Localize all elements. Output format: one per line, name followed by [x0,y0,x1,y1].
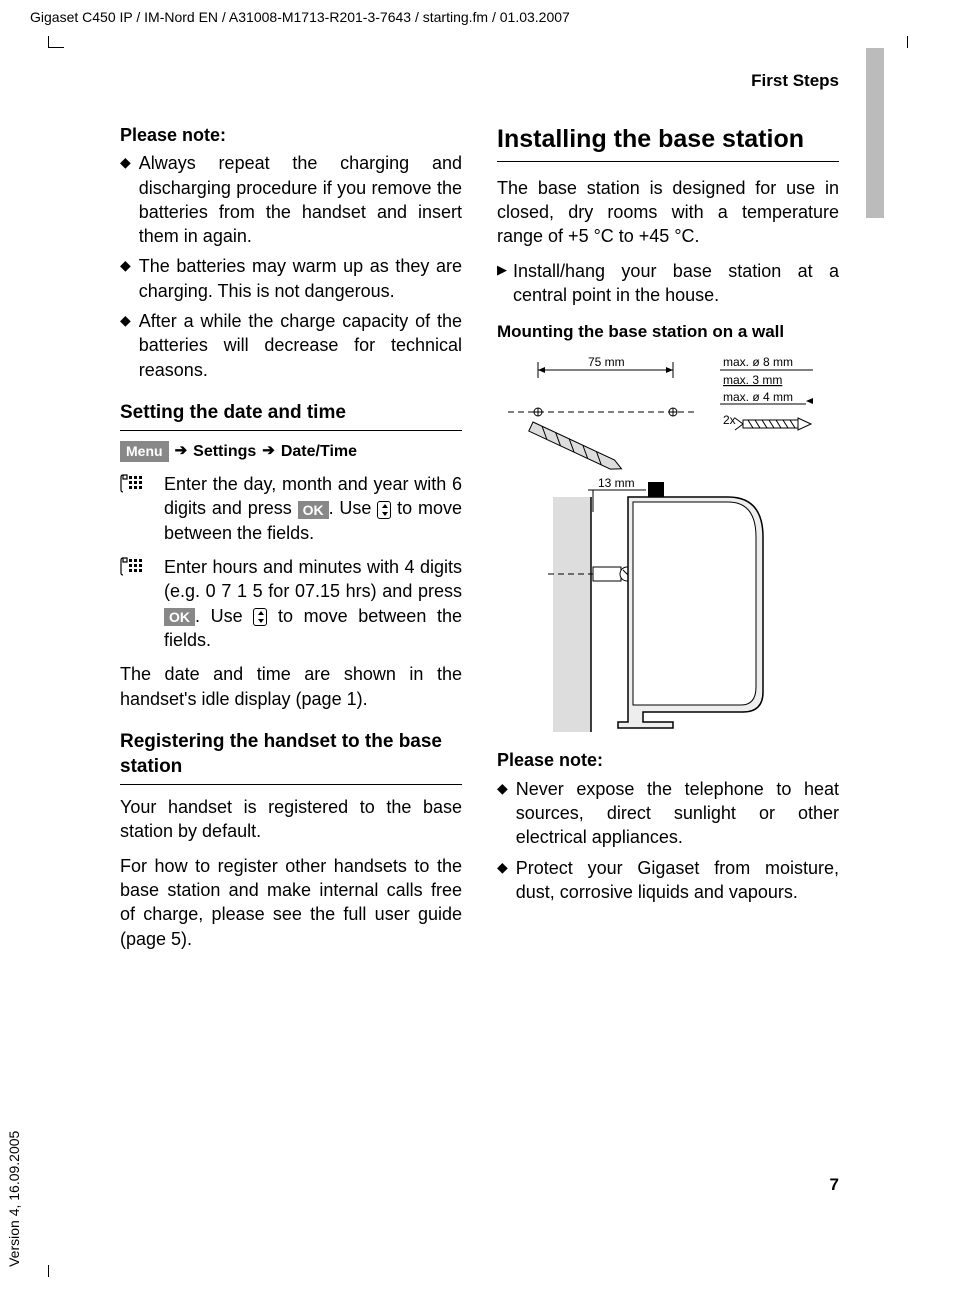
note-item: Protect your Gigaset from moisture, dust… [497,856,839,905]
label-maxdepth: max. 3 mm [723,373,782,387]
install-steps: Install/hang your base station at a cent… [497,259,839,308]
page-number: 7 [830,1174,839,1197]
ok-pill: OK [298,501,329,519]
heading-installing: Installing the base station [497,123,839,162]
heading-mounting: Mounting the base station on a wall [497,321,839,344]
label-maxscrew: max. ø 4 mm [723,390,793,404]
crop-mark [907,36,908,48]
instruction-text: . Use [195,606,253,626]
mounting-diagram: 75 mm max. ø 8 mm max. 3 mm max. ø 4 mm … [497,352,839,742]
page-edge-shadow [866,48,884,218]
crop-mark [48,36,64,48]
heading-setting-datetime: Setting the date and time [120,400,462,431]
menu-path: Menu ➔ Settings ➔ Date/Time [120,441,462,463]
menu-step: Settings [193,441,256,463]
install-intro: The base station is designed for use in … [497,176,839,249]
right-column: Installing the base station The base sta… [497,123,839,961]
keypad-icon [120,555,146,652]
register-p2: For how to register other handsets to th… [120,854,462,951]
arrow-icon: ➔ [175,441,188,461]
instruction-row: Enter the day, month and year with 6 dig… [120,472,462,545]
label-drop: 13 mm [598,476,635,490]
note-list: Always repeat the charging and dischargi… [120,151,462,382]
please-note-heading: Please note: [497,748,839,772]
note-list: Never expose the telephone to heat sourc… [497,777,839,904]
menu-pill: Menu [120,441,169,462]
note-item: Never expose the telephone to heat sourc… [497,777,839,850]
nav-icon [253,608,267,626]
version-label: Version 4, 16.09.2005 [5,1131,24,1267]
crop-mark [48,1265,49,1277]
label-count: 2x [723,413,736,427]
keypad-icon [120,472,146,545]
note-item: The batteries may warm up as they are ch… [120,254,462,303]
instruction-row: Enter hours and minutes with 4 digits (e… [120,555,462,652]
instruction-text: . Use [329,498,378,518]
menu-step: Date/Time [281,441,357,463]
label-spacing: 75 mm [588,355,625,369]
heading-register: Registering the handset to the base stat… [120,729,462,785]
note-item: After a while the charge capacity of the… [120,309,462,382]
datetime-footer: The date and time are shown in the hands… [120,662,462,711]
label-maxhole: max. ø 8 mm [723,355,793,369]
please-note-heading: Please note: [120,123,462,147]
install-step: Install/hang your base station at a cent… [497,259,839,308]
ok-pill: OK [164,608,195,626]
left-column: Please note: Always repeat the charging … [120,123,462,961]
section-header: First Steps [120,70,839,93]
instruction-text: Enter hours and minutes with 4 digits (e… [164,557,462,601]
nav-icon [377,501,391,519]
note-item: Always repeat the charging and dischargi… [120,151,462,248]
header-path: Gigaset C450 IP / IM-Nord EN / A31008-M1… [30,8,570,27]
arrow-icon: ➔ [262,441,275,461]
register-p1: Your handset is registered to the base s… [120,795,462,844]
